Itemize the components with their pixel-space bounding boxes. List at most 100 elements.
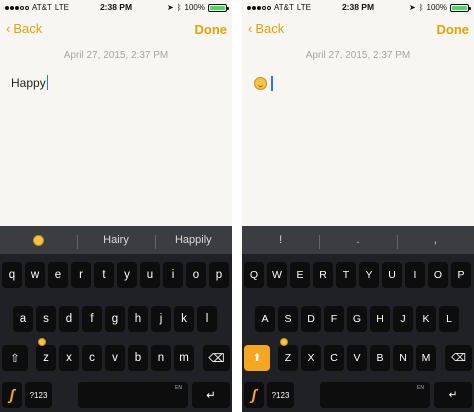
emoji-hint-icon <box>280 338 288 346</box>
return-key[interactable]: ↵ <box>434 382 472 408</box>
key-row-2: a s d f g h j k l <box>0 306 232 332</box>
key-d[interactable]: D <box>301 306 321 332</box>
key-f[interactable]: f <box>82 306 102 332</box>
back-button[interactable]: ‹ Back <box>248 21 284 36</box>
key-y[interactable]: Y <box>359 262 379 288</box>
suggestion-comma[interactable]: , <box>396 234 474 249</box>
key-n[interactable]: N <box>393 345 413 371</box>
key-n[interactable]: n <box>151 345 171 371</box>
key-x[interactable]: X <box>301 345 321 371</box>
key-m[interactable]: M <box>416 345 436 371</box>
shift-key-active[interactable]: ⬆ <box>244 345 270 371</box>
key-e[interactable]: e <box>48 262 68 288</box>
key-o[interactable]: o <box>186 262 206 288</box>
delete-key[interactable]: ⌫ <box>203 345 230 371</box>
key-w[interactable]: w <box>25 262 45 288</box>
chevron-left-icon: ‹ <box>248 21 253 36</box>
note-editor[interactable]: April 27, 2015, 2:37 PM <box>242 44 474 226</box>
back-button[interactable]: ‹ Back <box>6 21 42 36</box>
key-s[interactable]: s <box>36 306 56 332</box>
key-i[interactable]: I <box>405 262 425 288</box>
note-date: April 27, 2015, 2:37 PM <box>63 50 169 61</box>
key-y[interactable]: y <box>117 262 137 288</box>
key-t[interactable]: t <box>94 262 114 288</box>
key-d[interactable]: d <box>59 306 79 332</box>
key-u[interactable]: U <box>382 262 402 288</box>
battery-percent: 100% <box>184 3 205 12</box>
key-h[interactable]: H <box>370 306 390 332</box>
key-f[interactable]: F <box>324 306 344 332</box>
key-v[interactable]: V <box>347 345 367 371</box>
key-g[interactable]: g <box>105 306 125 332</box>
emoji-hint-icon <box>38 338 46 346</box>
suggestion-hairy[interactable]: Hairy <box>77 234 154 249</box>
back-label: Back <box>13 21 43 36</box>
key-r[interactable]: R <box>313 262 333 288</box>
key-c[interactable]: C <box>324 345 344 371</box>
key-row-3: ⇧ z x c v b n m ⌫ <box>0 338 232 371</box>
note-date: April 27, 2015, 2:37 PM <box>305 50 411 61</box>
suggestion-emoji[interactable] <box>0 234 77 246</box>
numbers-key[interactable]: ?123 <box>25 382 52 408</box>
suggestion-exclamation[interactable]: ! <box>242 234 319 246</box>
key-x[interactable]: x <box>59 345 79 371</box>
key-row-3: ⬆ Z X C V B N M ⌫ <box>242 338 474 371</box>
key-q[interactable]: Q <box>244 262 264 288</box>
swype-key[interactable]: ʃ <box>2 382 22 408</box>
key-l[interactable]: L <box>439 306 459 332</box>
backspace-icon: ⌫ <box>208 353 225 365</box>
key-c[interactable]: c <box>82 345 102 371</box>
key-m[interactable]: m <box>174 345 194 371</box>
suggestion-period[interactable]: . <box>319 234 396 249</box>
text-cursor <box>271 76 273 91</box>
note-text[interactable] <box>254 76 273 91</box>
battery-icon <box>450 3 471 12</box>
note-editor[interactable]: April 27, 2015, 2:37 PM Happy <box>0 44 232 226</box>
key-l[interactable]: l <box>197 306 217 332</box>
key-a[interactable]: A <box>255 306 275 332</box>
swype-key[interactable]: ʃ <box>244 382 264 408</box>
numbers-key[interactable]: ?123 <box>267 382 294 408</box>
key-v[interactable]: v <box>105 345 125 371</box>
key-h[interactable]: h <box>128 306 148 332</box>
key-s[interactable]: S <box>278 306 298 332</box>
location-icon: ➤ <box>167 3 174 12</box>
done-button[interactable]: Done <box>437 22 470 37</box>
key-row-2: A S D F G H J K L <box>242 306 474 332</box>
key-t[interactable]: T <box>336 262 356 288</box>
key-a[interactable]: a <box>13 306 33 332</box>
key-z[interactable]: z <box>36 338 56 371</box>
key-j[interactable]: j <box>151 306 171 332</box>
key-p[interactable]: P <box>451 262 471 288</box>
key-j[interactable]: J <box>393 306 413 332</box>
key-p[interactable]: p <box>209 262 229 288</box>
space-key[interactable]: EN <box>78 382 188 408</box>
shift-key[interactable]: ⇧ <box>2 345 28 371</box>
key-b[interactable]: B <box>370 345 390 371</box>
return-icon: ↵ <box>448 389 458 401</box>
return-key[interactable]: ↵ <box>192 382 230 408</box>
status-bar: AT&T LTE 2:38 PM ➤ ᛒ 100% <box>0 0 232 14</box>
key-z[interactable]: Z <box>278 338 298 371</box>
back-label: Back <box>255 21 285 36</box>
suggestion-happily[interactable]: Happily <box>154 234 232 249</box>
delete-key[interactable]: ⌫ <box>445 345 472 371</box>
key-k[interactable]: k <box>174 306 194 332</box>
key-o[interactable]: O <box>428 262 448 288</box>
key-u[interactable]: u <box>140 262 160 288</box>
key-e[interactable]: E <box>290 262 310 288</box>
space-key[interactable]: EN <box>320 382 430 408</box>
location-icon: ➤ <box>409 3 416 12</box>
key-g[interactable]: G <box>347 306 367 332</box>
suggestion-bar: ! . , <box>242 226 474 254</box>
done-button[interactable]: Done <box>195 22 228 37</box>
return-icon: ↵ <box>206 390 216 402</box>
chevron-left-icon: ‹ <box>6 21 11 36</box>
key-i[interactable]: i <box>163 262 183 288</box>
key-w[interactable]: W <box>267 262 287 288</box>
key-r[interactable]: r <box>71 262 91 288</box>
note-text[interactable]: Happy <box>11 75 49 90</box>
key-q[interactable]: q <box>2 262 22 288</box>
key-b[interactable]: b <box>128 345 148 371</box>
key-k[interactable]: K <box>416 306 436 332</box>
